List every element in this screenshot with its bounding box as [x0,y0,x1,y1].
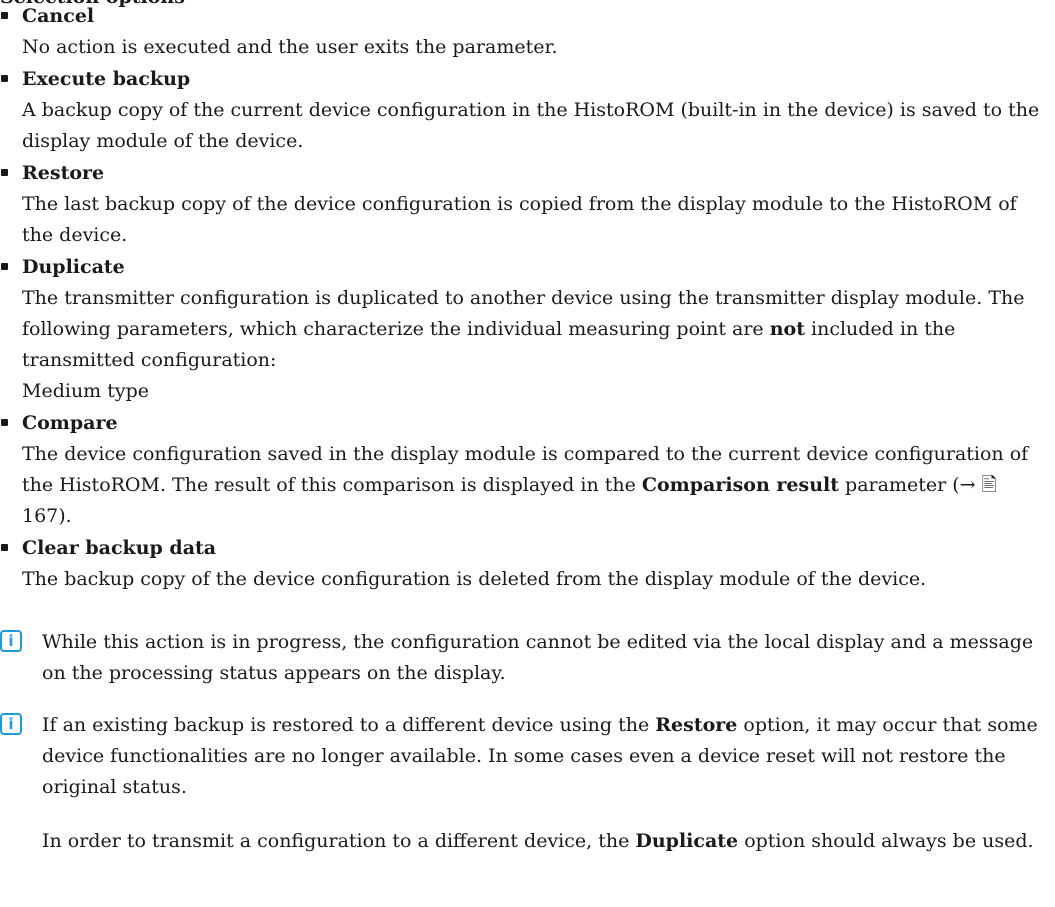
selection-options-list: Cancel No action is executed and the use… [0,0,1050,595]
note-bold: Restore [655,714,738,736]
option-description: A backup copy of the current device conf… [22,99,1040,152]
note-text: While this action is in progress, the co… [42,631,1034,684]
info-note: i If an existing backup is restored to a… [0,710,1050,803]
option-title: Duplicate [22,256,125,278]
para-segment: option should always be used. [738,830,1034,852]
option-title: Clear backup data [22,537,217,559]
option-title: Restore [22,162,105,184]
desc-bold: not [769,318,805,340]
info-note: i While this action is in progress, the … [0,627,1050,689]
list-item: Cancel No action is executed and the use… [0,0,1050,63]
option-description: The backup copy of the device configurat… [22,568,927,590]
para-segment: In order to transmit a configuration to … [42,830,636,852]
list-item: Clear backup data The backup copy of the… [0,532,1050,595]
note-segment: If an existing backup is restored to a d… [42,714,656,736]
list-item: Compare The device configuration saved i… [0,407,1050,532]
option-description: No action is executed and the user exits… [22,36,558,58]
para-bold: Duplicate [635,830,739,852]
desc-bold: Comparison result [641,474,839,496]
option-title: Compare [22,412,118,434]
info-icon: i [0,630,22,652]
list-item: Execute backup A backup copy of the curr… [0,63,1050,157]
list-item: Restore The last backup copy of the devi… [0,157,1050,251]
info-icon: i [0,713,22,735]
desc-text: Medium type [22,380,150,402]
list-item: Duplicate The transmitter configuration … [0,251,1050,407]
option-title: Execute backup [22,68,191,90]
option-description: The last backup copy of the device confi… [22,193,1017,246]
closing-paragraph: In order to transmit a configuration to … [42,826,1042,857]
note-text: If an existing backup is restored to a d… [42,710,1050,803]
option-description: The transmitter configuration is duplica… [22,283,1050,407]
option-description: The device configuration saved in the di… [22,439,1050,532]
option-title: Cancel [22,5,95,27]
